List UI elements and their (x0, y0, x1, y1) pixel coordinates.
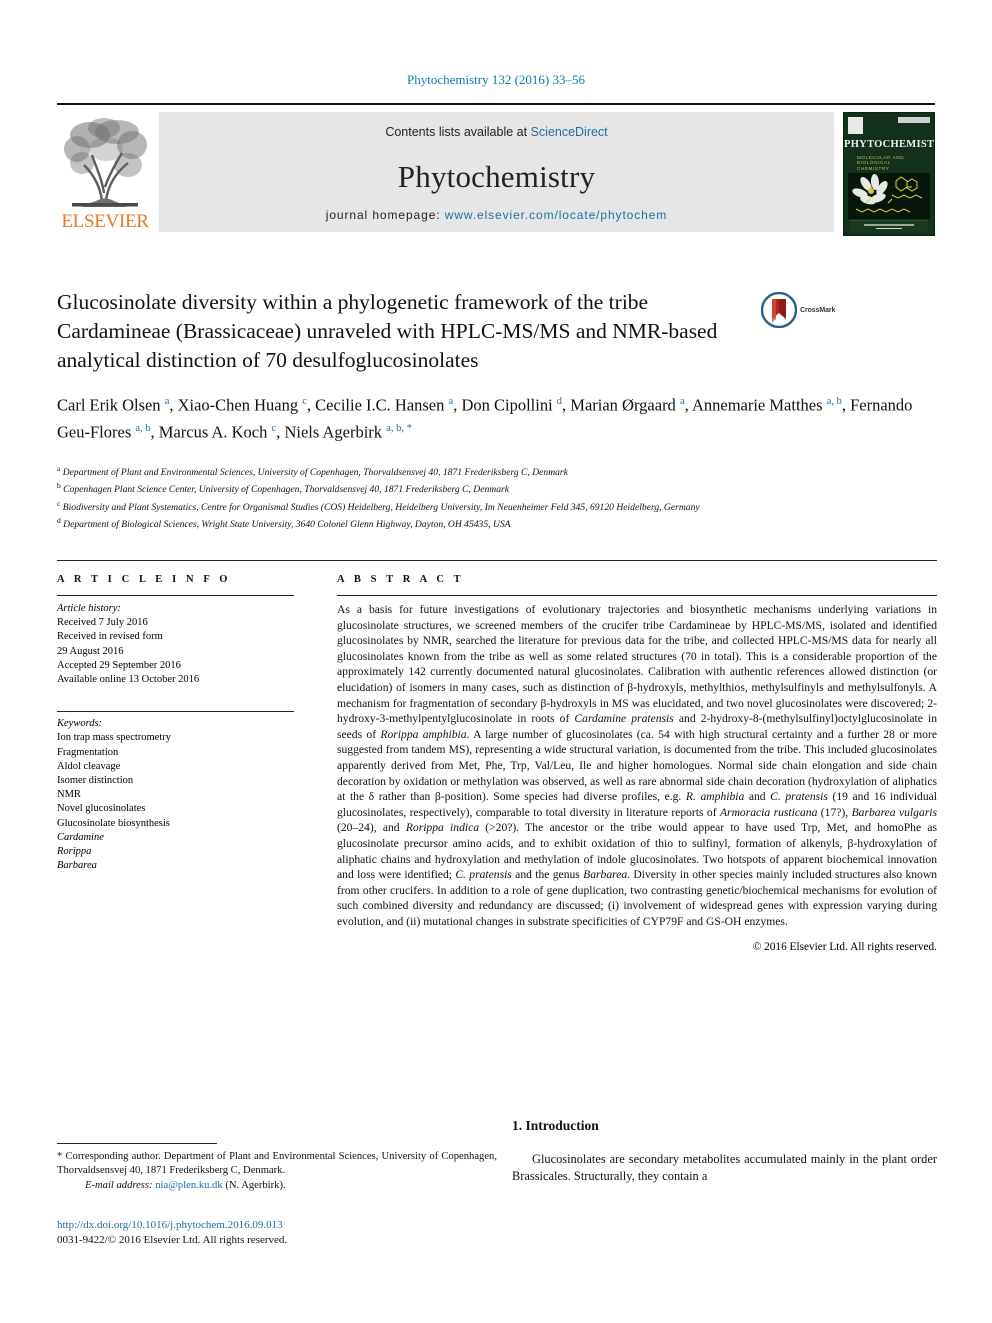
keyword-item: Rorippa (57, 846, 92, 858)
footnote-rule (57, 1143, 217, 1144)
email-owner: (N. Agerbirk). (225, 1179, 286, 1191)
article-history-list: Received 7 July 2016 Received in revised … (57, 616, 294, 687)
affiliation-item: d Department of Biological Sciences, Wri… (57, 516, 511, 531)
abstract-body: As a basis for future investigations of … (337, 603, 938, 928)
issn-copyright-line: 0031-9422/© 2016 Elsevier Ltd. All right… (57, 1234, 288, 1246)
keyword-item: NMR (57, 789, 81, 801)
elsevier-wordmark: ELSEVIER (61, 211, 149, 232)
affiliation-list: a Department of Plant and Environmental … (57, 462, 937, 532)
keyword-item: Glucosinolate biosynthesis (57, 817, 170, 829)
keywords-list: Ion trap mass spectrometry Fragmentation A… (57, 731, 294, 873)
journal-masthead: ELSEVIER Contents lists available at Sci… (57, 103, 935, 236)
introduction-heading: 1. Introduction (512, 1118, 599, 1133)
cover-subtitle: MOLECULAR AND BIOLOGICAL CHEMISTRY (857, 155, 905, 171)
cover-issue-bar (898, 117, 930, 123)
cover-elsevier-mark (848, 117, 863, 134)
title-row: Glucosinolate diversity within a phyloge… (57, 288, 937, 375)
doi-block: http://dx.doi.org/10.1016/j.phytochem.20… (57, 1218, 497, 1248)
contents-list-line: Contents lists available at ScienceDirec… (159, 112, 834, 139)
footnote-corresponding-text: * Corresponding author. Department of Pl… (57, 1151, 497, 1177)
cover-journal-title: PHYTOCHEMISTRY (844, 139, 935, 150)
email-label: E-mail address: (85, 1179, 153, 1191)
article-history-item: Received 7 July 2016 (57, 617, 148, 629)
keyword-item: Isomer distinction (57, 775, 134, 787)
keyword-item: Novel glucosinolates (57, 803, 146, 815)
journal-title: Phytochemistry (397, 159, 596, 194)
article-info-rule (57, 595, 294, 596)
author-list: Carl Erik Olsen a, Xiao-Chen Huang c, Ce… (57, 395, 913, 442)
keywords-label: Keywords: (57, 718, 103, 730)
abstract-column: A B S T R A C T As a basis for future in… (337, 574, 937, 953)
journal-band: Contents lists available at ScienceDirec… (159, 112, 834, 232)
elsevier-logo: ELSEVIER (57, 112, 153, 231)
introduction-section: 1. Introduction Glucosinolates are secon… (512, 1118, 937, 1186)
homepage-prefix: journal homepage: (325, 208, 445, 222)
article-title: Glucosinolate diversity within a phyloge… (57, 290, 718, 372)
crossmark-label: CrossMark (800, 306, 836, 314)
affiliation-item: c Biodiversity and Plant Systematics, Ce… (57, 498, 700, 513)
journal-homepage-line: journal homepage: www.elsevier.com/locat… (159, 208, 834, 222)
cover-footer (850, 220, 928, 233)
abstract-heading: A B S T R A C T (337, 574, 465, 585)
info-section-divider (57, 560, 937, 561)
affiliation-item: a Department of Plant and Environmental … (57, 464, 568, 479)
article-history-item: Received in revised form (57, 631, 163, 643)
cover-footer-line-2 (876, 227, 902, 229)
introduction-paragraph: Glucosinolates are secondary metabolites… (512, 1152, 937, 1184)
keywords-rule (57, 711, 294, 713)
journal-cover-thumbnail: PHYTOCHEMISTRY MOLECULAR ANDBIOLOGICALCH… (843, 112, 935, 236)
abstract-copyright: © 2016 Elsevier Ltd. All rights reserved… (752, 941, 937, 954)
affiliation-item: b Copenhagen Plant Science Center, Unive… (57, 481, 509, 496)
corresponding-author-footnote: * Corresponding author. Department of Pl… (57, 1143, 497, 1193)
running-head: Phytochemistry 132 (2016) 33–56 (406, 72, 585, 87)
email-link[interactable]: nia@plen.ku.dk (155, 1180, 222, 1191)
article-history-label: Article history: (57, 603, 121, 614)
cover-artwork (848, 173, 930, 219)
doi-link[interactable]: http://dx.doi.org/10.1016/j.phytochem.20… (57, 1218, 497, 1233)
crossmark-icon (761, 292, 797, 328)
article-info-column: A R T I C L E I N F O Article history: R… (57, 574, 294, 873)
article-history-item: Accepted 29 September 2016 (57, 659, 181, 671)
paper-page: Phytochemistry 132 (2016) 33–56 ELSEVIER… (0, 0, 992, 1323)
keyword-item: Ion trap mass spectrometry (57, 732, 172, 744)
article-info-heading: A R T I C L E I N F O (57, 574, 232, 585)
footnote-text: * Corresponding author. Department of Pl… (57, 1150, 497, 1193)
homepage-url-link[interactable]: www.elsevier.com/locate/phytochem (445, 208, 667, 222)
elsevier-tree-icon (64, 118, 147, 207)
crossmark-badge[interactable]: CrossMark (761, 292, 835, 328)
keyword-item: Fragmentation (57, 746, 119, 758)
abstract-rule (337, 595, 937, 596)
keywords-block: Keywords: Ion trap mass spectrometry Frag… (57, 711, 294, 873)
cover-header-strip (848, 117, 930, 135)
article-history-item: 29 August 2016 (57, 645, 124, 657)
cover-flower-and-molecules-icon (852, 174, 923, 213)
article-history-item: Available online 13 October 2016 (57, 674, 200, 686)
cover-footer-line-1 (864, 224, 914, 226)
keyword-item: Aldol cleavage (57, 760, 121, 772)
contents-prefix: Contents lists available at (385, 125, 531, 139)
keyword-item: Cardamine (57, 831, 104, 843)
sciencedirect-link[interactable]: ScienceDirect (531, 125, 608, 139)
keyword-item: Barbarea (57, 860, 97, 872)
